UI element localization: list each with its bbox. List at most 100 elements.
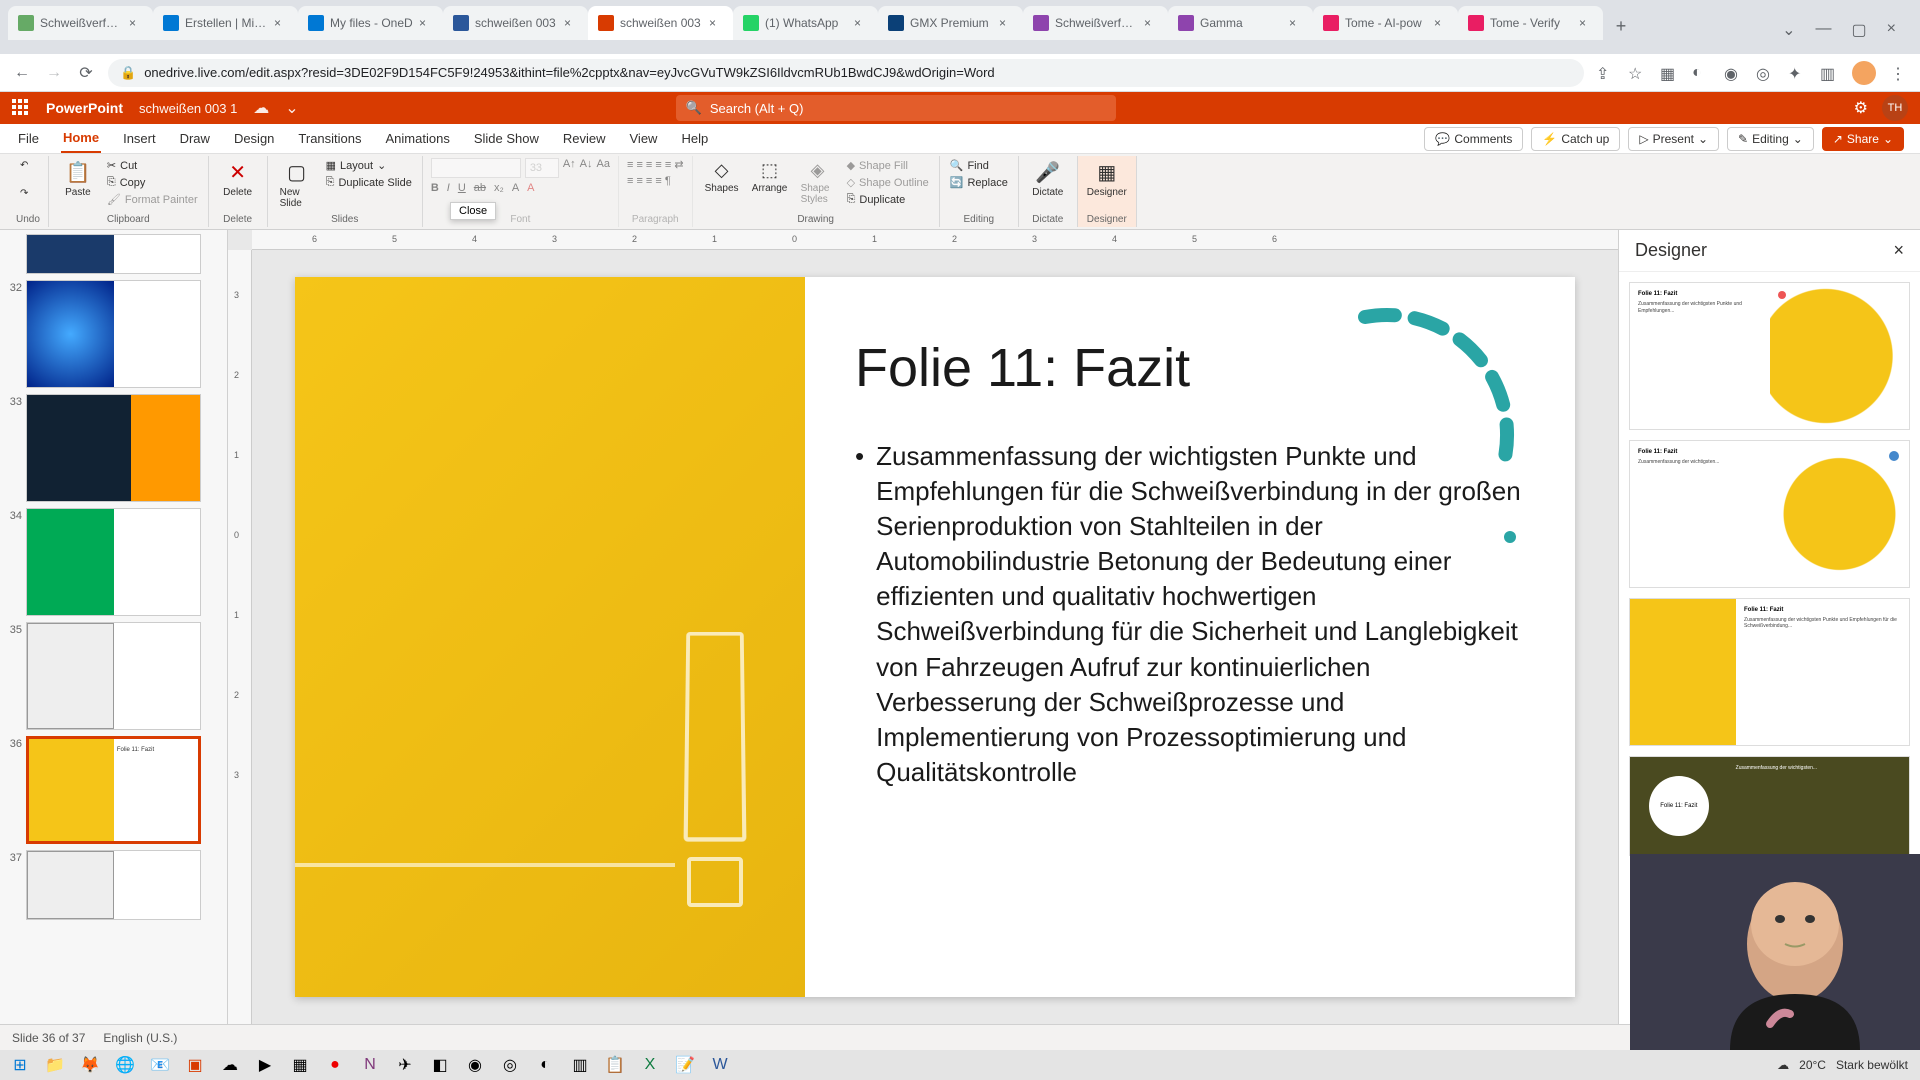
copy-button[interactable]: ⎘ Copy bbox=[105, 175, 200, 190]
forward-button[interactable]: → bbox=[44, 63, 64, 83]
slide-thumb-35[interactable] bbox=[26, 622, 201, 730]
slide-thumb-34[interactable] bbox=[26, 508, 201, 616]
app-launcher-icon[interactable] bbox=[12, 99, 30, 117]
tab-10[interactable]: Tome - Verify× bbox=[1458, 6, 1603, 40]
slide-canvas[interactable]: Folie 11: Fazit Zusammenfassung der wich… bbox=[295, 277, 1575, 997]
app-icon[interactable]: ◧ bbox=[424, 1052, 456, 1078]
tab-transitions[interactable]: Transitions bbox=[296, 125, 363, 152]
design-option-3[interactable]: Folie 11: FazitZusammenfassung der wicht… bbox=[1629, 598, 1910, 746]
gear-icon[interactable]: ⚙ bbox=[1854, 98, 1868, 118]
format-painter-button[interactable]: 🖌 Format Painter bbox=[105, 192, 200, 207]
delete-button[interactable]: ✕Delete bbox=[217, 158, 259, 200]
app-icon[interactable]: ◎ bbox=[494, 1052, 526, 1078]
outlook-icon[interactable]: 📧 bbox=[144, 1052, 176, 1078]
app-icon[interactable]: ● bbox=[319, 1052, 351, 1078]
close-icon[interactable]: × bbox=[999, 16, 1013, 30]
ext-icon[interactable]: ◐ bbox=[1692, 64, 1710, 82]
user-avatar[interactable]: TH bbox=[1882, 95, 1908, 121]
close-icon[interactable]: × bbox=[419, 16, 433, 30]
tab-view[interactable]: View bbox=[628, 125, 660, 152]
shape-fill-button[interactable]: ◆ Shape Fill bbox=[845, 158, 931, 173]
start-button[interactable]: ⊞ bbox=[4, 1052, 36, 1078]
excel-icon[interactable]: X bbox=[634, 1052, 666, 1078]
duplicate-slide-button[interactable]: ⎘ Duplicate Slide bbox=[324, 175, 414, 190]
chevron-down-icon[interactable]: ⌄ bbox=[285, 98, 298, 118]
ext-icon[interactable]: ◉ bbox=[1724, 64, 1742, 82]
app-icon[interactable]: ◐ bbox=[529, 1052, 561, 1078]
slide-thumb-37[interactable] bbox=[26, 850, 201, 920]
close-icon[interactable]: × bbox=[1887, 20, 1896, 40]
designer-button[interactable]: ▦Designer bbox=[1086, 158, 1128, 200]
close-icon[interactable]: × bbox=[1144, 16, 1158, 30]
notepad-icon[interactable]: 📝 bbox=[669, 1052, 701, 1078]
tab-1[interactable]: Erstellen | Micro× bbox=[153, 6, 298, 40]
tab-4[interactable]: schweißen 003× bbox=[588, 6, 733, 40]
word-icon[interactable]: W bbox=[704, 1052, 736, 1078]
search-input[interactable]: 🔍 Search (Alt + Q) bbox=[676, 95, 1116, 121]
tab-7[interactable]: Schweißverfahr× bbox=[1023, 6, 1168, 40]
catchup-button[interactable]: ⚡ Catch up bbox=[1531, 127, 1620, 151]
back-button[interactable]: ← bbox=[12, 63, 32, 83]
dictate-button[interactable]: 🎤Dictate bbox=[1027, 158, 1069, 200]
reload-button[interactable]: ⟳ bbox=[76, 63, 96, 83]
minimize-icon[interactable]: — bbox=[1816, 20, 1832, 40]
tab-2[interactable]: My files - OneD× bbox=[298, 6, 443, 40]
shapes-button[interactable]: ◇Shapes bbox=[701, 158, 743, 196]
find-button[interactable]: 🔍 Find bbox=[948, 158, 991, 173]
tab-slideshow[interactable]: Slide Show bbox=[472, 125, 541, 152]
app-icon[interactable]: ▥ bbox=[564, 1052, 596, 1078]
app-icon[interactable]: 📋 bbox=[599, 1052, 631, 1078]
language-status[interactable]: English (U.S.) bbox=[103, 1031, 177, 1045]
ext-icon[interactable]: ◎ bbox=[1756, 64, 1774, 82]
editing-button[interactable]: ✎ Editing ⌄ bbox=[1727, 127, 1814, 151]
star-icon[interactable]: ☆ bbox=[1628, 64, 1646, 82]
thumbnail-panel[interactable]: 32 33 34 35 36Folie 11: Fazit 37 bbox=[0, 230, 228, 1024]
tab-animations[interactable]: Animations bbox=[384, 125, 452, 152]
comments-button[interactable]: 💬 Comments bbox=[1424, 127, 1523, 151]
app-icon[interactable]: ☁ bbox=[214, 1052, 246, 1078]
obs-icon[interactable]: ◉ bbox=[459, 1052, 491, 1078]
explorer-icon[interactable]: 📁 bbox=[39, 1052, 71, 1078]
telegram-icon[interactable]: ✈ bbox=[389, 1052, 421, 1078]
design-option-4[interactable]: Folie 11: Fazit Zusammenfassung der wich… bbox=[1629, 756, 1910, 856]
panel-icon[interactable]: ▥ bbox=[1820, 64, 1838, 82]
tab-0[interactable]: Schweißverfahren× bbox=[8, 6, 153, 40]
share-icon[interactable]: ⇪ bbox=[1596, 64, 1614, 82]
new-slide-button[interactable]: ▢New Slide bbox=[276, 158, 318, 211]
new-tab-button[interactable]: + bbox=[1607, 12, 1635, 40]
duplicate-button[interactable]: ⎘ Duplicate bbox=[845, 192, 931, 207]
slide-thumb-36[interactable]: Folie 11: Fazit bbox=[26, 736, 201, 844]
powerpoint-icon[interactable]: ▣ bbox=[179, 1052, 211, 1078]
design-option-1[interactable]: Folie 11: FazitZusammenfassung der wicht… bbox=[1629, 282, 1910, 430]
undo-button[interactable]: ↶ bbox=[16, 158, 32, 173]
close-icon[interactable]: × bbox=[274, 16, 288, 30]
tab-8[interactable]: Gamma× bbox=[1168, 6, 1313, 40]
close-icon[interactable]: × bbox=[709, 16, 723, 30]
redo-button[interactable]: ↷ bbox=[16, 186, 32, 201]
close-icon[interactable]: × bbox=[1434, 16, 1448, 30]
slide-thumb-33[interactable] bbox=[26, 394, 201, 502]
tab-5[interactable]: (1) WhatsApp× bbox=[733, 6, 878, 40]
share-button[interactable]: ↗ Share ⌄ bbox=[1822, 127, 1904, 151]
tab-9[interactable]: Tome - AI-pow× bbox=[1313, 6, 1458, 40]
firefox-icon[interactable]: 🦊 bbox=[74, 1052, 106, 1078]
weather-icon[interactable]: ☁ bbox=[1777, 1058, 1789, 1072]
shape-styles-button[interactable]: ◈Shape Styles bbox=[797, 158, 839, 207]
document-name[interactable]: schweißen 003 1 bbox=[139, 101, 237, 116]
tab-home[interactable]: Home bbox=[61, 124, 101, 153]
ext-icon[interactable]: ▦ bbox=[1660, 64, 1678, 82]
address-bar[interactable]: 🔒 onedrive.live.com/edit.aspx?resid=3DE0… bbox=[108, 59, 1584, 87]
present-button[interactable]: ▷ Present ⌄ bbox=[1628, 127, 1719, 151]
slide-thumb-31[interactable] bbox=[26, 234, 201, 274]
chevron-down-icon[interactable]: ⌄ bbox=[1782, 20, 1795, 40]
font-size-select[interactable]: 33 bbox=[525, 158, 559, 178]
cut-button[interactable]: ✂ Cut bbox=[105, 158, 200, 173]
shape-outline-button[interactable]: ◇ Shape Outline bbox=[845, 175, 931, 190]
onenote-icon[interactable]: N bbox=[354, 1052, 386, 1078]
menu-icon[interactable]: ⋮ bbox=[1890, 64, 1908, 82]
paste-button[interactable]: 📋Paste bbox=[57, 158, 99, 200]
vlc-icon[interactable]: ▶ bbox=[249, 1052, 281, 1078]
tab-6[interactable]: GMX Premium× bbox=[878, 6, 1023, 40]
close-icon[interactable]: × bbox=[1579, 16, 1593, 30]
tab-design[interactable]: Design bbox=[232, 125, 276, 152]
